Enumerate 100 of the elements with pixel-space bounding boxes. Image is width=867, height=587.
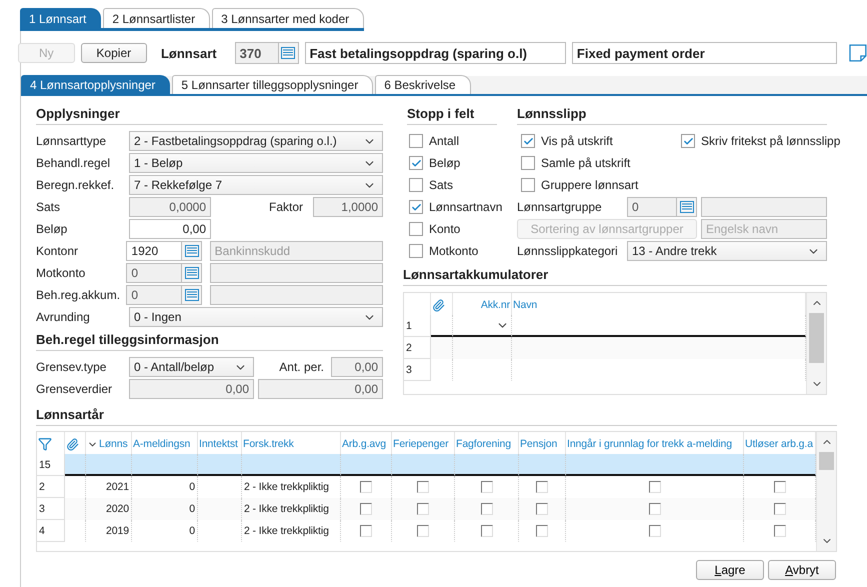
lookup-button[interactable] — [182, 241, 202, 261]
checkbox[interactable] — [360, 524, 372, 536]
dropdown[interactable]: 7 - Rekkefølge 7 — [129, 175, 383, 195]
tab[interactable]: 1 Lønnsart — [20, 8, 102, 28]
checkbox[interactable] — [521, 178, 535, 192]
checkmark-icon — [410, 202, 422, 212]
checkbox[interactable] — [409, 156, 423, 170]
scrollbar[interactable] — [816, 432, 836, 551]
note-icon[interactable] — [849, 44, 867, 62]
checkbox[interactable] — [480, 524, 492, 536]
checkbox[interactable] — [409, 200, 423, 214]
checkbox-label: Samle på utskrift — [541, 156, 630, 170]
number-field[interactable]: 0,00 — [129, 379, 254, 399]
code-field[interactable]: 370 — [234, 42, 279, 64]
lookup-button[interactable] — [182, 285, 202, 305]
field-label: Beregn.rekkef. — [36, 178, 116, 192]
field-label: Lønnsarttype — [36, 134, 108, 148]
description-field[interactable] — [701, 197, 827, 217]
dropdown[interactable]: 13 - Andre trekk — [627, 241, 827, 261]
scroll-thumb[interactable] — [809, 313, 824, 363]
lookup-button[interactable] — [182, 263, 202, 283]
description-field[interactable] — [210, 263, 383, 283]
dropdown[interactable]: 1 - Beløp — [129, 153, 383, 173]
lookup-button[interactable] — [677, 197, 697, 217]
checkbox[interactable] — [480, 480, 492, 492]
table-cell[interactable] — [453, 315, 512, 337]
english-name-field[interactable]: Fixed payment order — [572, 42, 838, 64]
checkbox[interactable] — [360, 480, 372, 492]
row-number[interactable]: 4 — [37, 520, 65, 542]
toolbar-button[interactable]: Kopier — [80, 43, 147, 63]
field-label: Lønnsartgruppe — [517, 200, 603, 214]
scroll-thumb[interactable] — [819, 452, 834, 470]
row-number[interactable]: 1 — [404, 315, 431, 337]
list-icon — [680, 201, 694, 213]
number-field[interactable]: 0,00 — [331, 357, 383, 377]
checkbox[interactable] — [648, 480, 660, 492]
code-field[interactable]: 0 — [627, 197, 677, 217]
checkbox[interactable] — [774, 502, 786, 514]
checkbox[interactable] — [521, 134, 535, 148]
checkbox-label: Gruppere lønnsart — [541, 178, 638, 192]
row-number[interactable]: 2 — [404, 337, 431, 359]
number-field[interactable]: 0,00 — [129, 219, 211, 239]
description-field[interactable] — [210, 285, 383, 305]
field-label: Kontonr — [36, 244, 80, 258]
checkbox[interactable] — [536, 480, 548, 492]
checkbox[interactable] — [648, 524, 660, 536]
dropdown[interactable]: 2 - Fastbetalingsoppdrag (sparing o.l.) — [129, 131, 383, 151]
checkbox[interactable] — [409, 134, 423, 148]
lookup-button[interactable] — [278, 42, 299, 64]
checkmark-icon — [522, 136, 534, 146]
checkmark-icon — [410, 158, 422, 168]
field-label: Motkonto — [36, 266, 86, 280]
checkbox[interactable] — [417, 524, 429, 536]
checkbox[interactable] — [360, 502, 372, 514]
field-label: Faktor — [268, 200, 303, 214]
field-label: Sats — [36, 200, 62, 214]
checkbox[interactable] — [417, 502, 429, 514]
number-field[interactable]: 0,00 — [258, 379, 383, 399]
checkbox-label: Motkonto — [429, 244, 478, 258]
row-number[interactable]: 15 — [37, 454, 65, 476]
table-cell: 2 - Ikke trekkpliktig — [242, 520, 341, 542]
table-cell[interactable] — [453, 337, 512, 359]
checkbox[interactable] — [536, 502, 548, 514]
tab[interactable]: 2 Lønnsartlister — [103, 8, 210, 28]
english-name-field[interactable]: Engelsk navn — [701, 219, 827, 239]
checkbox[interactable] — [480, 502, 492, 514]
list-icon — [184, 245, 199, 257]
checkbox[interactable] — [536, 524, 548, 536]
checkbox[interactable] — [774, 480, 786, 492]
code-field[interactable]: 1920 — [126, 241, 182, 261]
checkbox[interactable] — [521, 156, 535, 170]
row-number[interactable]: 2 — [37, 476, 65, 498]
dropdown[interactable]: 0 - Ingen — [129, 307, 383, 327]
checkbox-label: Antall — [429, 134, 460, 148]
tab[interactable]: 5 Lønnsarter tilleggsopplysninger — [172, 75, 374, 94]
checkbox[interactable] — [774, 524, 786, 536]
checkbox[interactable] — [681, 134, 695, 148]
row-number[interactable]: 3 — [404, 359, 431, 381]
checkbox[interactable] — [648, 502, 660, 514]
table-cell — [132, 454, 198, 476]
checkbox[interactable] — [409, 222, 423, 236]
table-cell: 2020 — [86, 498, 132, 520]
dialog-button[interactable]: Lagre — [696, 560, 764, 580]
scrollbar[interactable] — [806, 293, 826, 394]
name-field[interactable]: Fast betalingsoppdrag (sparing o.l) — [304, 42, 566, 64]
checkbox-label: Beløp — [429, 156, 460, 170]
field-label: Avrunding — [36, 310, 91, 324]
dialog-button[interactable]: Avbryt — [768, 560, 836, 580]
checkbox[interactable] — [409, 178, 423, 192]
dropdown[interactable]: 0 - Antall/beløp — [129, 357, 254, 377]
checkbox[interactable] — [417, 480, 429, 492]
paperclip-icon — [432, 298, 445, 312]
field-label: Lønnsslippkategori — [517, 244, 619, 258]
tab[interactable]: 3 Lønnsarter med koder — [212, 8, 364, 28]
tab[interactable]: 4 Lønnsartopplysninger — [21, 75, 170, 94]
checkbox[interactable] — [409, 244, 423, 258]
table-cell — [198, 498, 242, 520]
field-label: Behandl.regel — [36, 156, 112, 170]
row-number[interactable]: 3 — [37, 498, 65, 520]
tab[interactable]: 6 Beskrivelse — [375, 75, 471, 94]
